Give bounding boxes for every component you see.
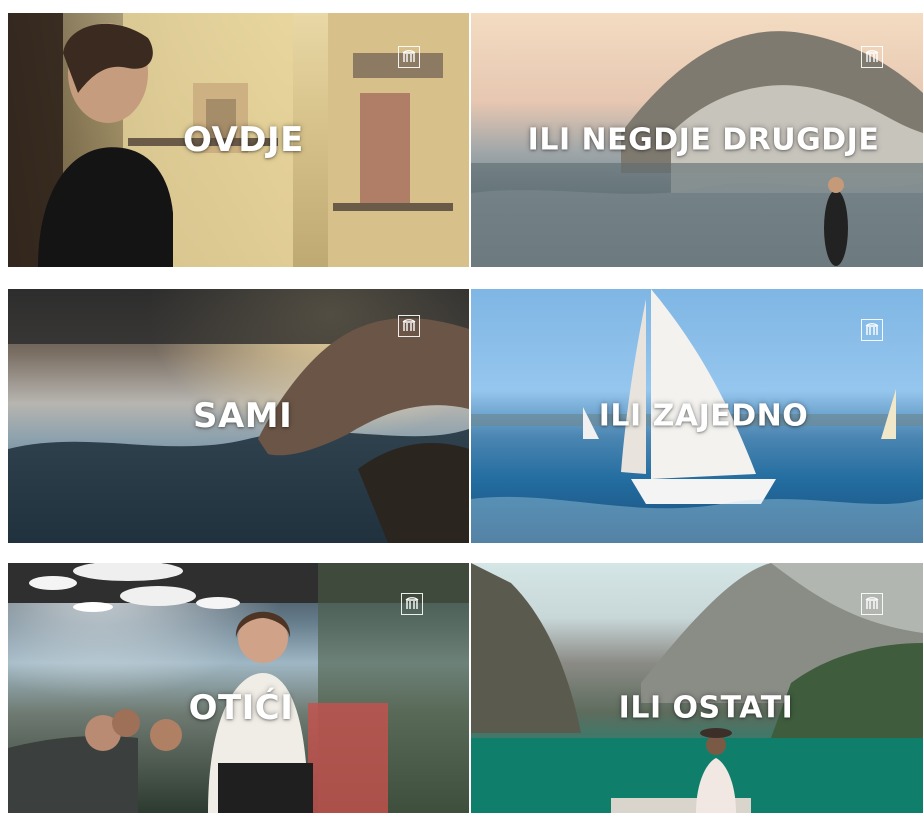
video-tile-otici: OTIĆI — [8, 563, 469, 813]
video-tile-ili-zajedno: ILI ZAJEDNO — [471, 289, 923, 543]
tile-caption: OTIĆI — [188, 688, 294, 728]
tile-caption: OVDJE — [183, 120, 304, 160]
brand-logo-icon — [861, 319, 883, 341]
tile-caption: ILI ZAJEDNO — [598, 398, 809, 434]
video-tile-ili-ostati: ILI OSTATI — [471, 563, 923, 813]
video-tile-sami: SAMI — [8, 289, 469, 543]
brand-logo-icon — [861, 593, 883, 615]
brand-logo-icon — [401, 593, 423, 615]
brand-logo-icon — [398, 315, 420, 337]
video-tile-ili-negdje-drugdje: ILI NEGDJE DRUGDJE — [471, 13, 923, 267]
tile-caption: ILI OSTATI — [618, 690, 794, 726]
tile-caption: SAMI — [193, 396, 293, 436]
tile-caption: ILI NEGDJE DRUGDJE — [527, 122, 880, 158]
brand-logo-icon — [861, 46, 883, 68]
video-tile-ovdje: OVDJE — [8, 13, 469, 267]
brand-logo-icon — [398, 46, 420, 68]
mountain-lake-scene-image — [471, 563, 923, 813]
